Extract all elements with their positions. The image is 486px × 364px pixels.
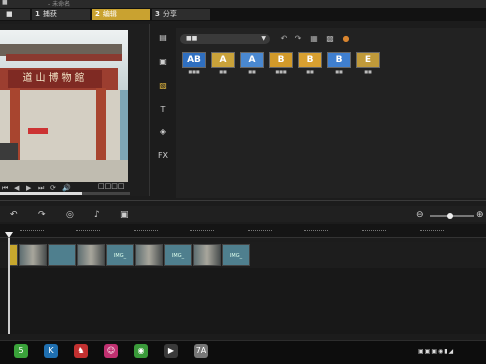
overlay-track[interactable] — [0, 268, 486, 334]
thumbnail-image: B — [269, 52, 293, 68]
photo-clip[interactable] — [77, 244, 105, 266]
next-icon[interactable]: ⏭ — [38, 184, 44, 193]
thumbnail-caption: ■■ — [306, 69, 314, 74]
taskbar-app-icon[interactable]: K — [44, 344, 58, 358]
preview-scrubber[interactable] — [0, 192, 150, 196]
taskbar-app-icon[interactable]: ◉ — [134, 344, 148, 358]
playhead[interactable] — [8, 238, 10, 334]
record-icon[interactable]: ◎ — [66, 210, 74, 220]
video-editor-window: ■ - 未命名 ■ 1 捕获 2 编辑 3 分享 道山博物館 ⏮ ◀ ▶ ⏭ ⟳ 🔊 … — [0, 0, 486, 364]
track-manager-icon[interactable]: ▣ — [120, 210, 129, 220]
zoom-out-icon[interactable]: ⊖ — [416, 210, 424, 220]
repeat-icon[interactable]: ⟳ — [50, 184, 56, 192]
redo-icon[interactable]: ↷ — [292, 34, 304, 44]
undo-icon[interactable]: ↶ — [278, 34, 290, 44]
thumbnail-image: B — [298, 52, 322, 68]
redo-icon[interactable]: ↷ — [38, 210, 46, 220]
chevron-down-icon: ▼ — [261, 35, 266, 42]
transition-thumbnail[interactable]: E ■■ — [356, 52, 380, 76]
media-icon[interactable]: ▤ — [154, 32, 172, 44]
instant-project-icon[interactable]: ▣ — [154, 56, 172, 68]
transition-thumbnail[interactable]: B ■■ — [298, 52, 322, 76]
museum-sign: 道山博物館 — [8, 70, 102, 88]
thumbnail-caption: ■■ — [248, 69, 256, 74]
tab-share[interactable]: 3 分享 — [152, 9, 210, 20]
preview-image[interactable]: 道山博物館 — [0, 30, 128, 182]
thumbnail-image: E — [356, 52, 380, 68]
prev-icon[interactable]: ⏮ — [2, 184, 8, 193]
thumbnail-image: AB — [182, 52, 206, 68]
thumbnail-caption: ■■■ — [188, 69, 200, 74]
play-icon[interactable]: ▶ — [26, 184, 31, 192]
tab-menu[interactable]: ■ — [0, 9, 30, 20]
thumbnail-caption: ■■ — [364, 69, 372, 74]
thumbnail-caption: ■■ — [335, 69, 343, 74]
tab-capture[interactable]: 1 捕获 — [32, 9, 90, 20]
transition-clip[interactable]: IMG_ — [164, 244, 192, 266]
app-menu[interactable]: ■ — [2, 0, 8, 6]
sort-icon[interactable]: ▩ — [324, 34, 336, 44]
zoom-slider[interactable] — [430, 213, 474, 219]
category-dropdown[interactable]: ■■ ▼ — [180, 34, 270, 44]
transition-clip[interactable]: IMG_ — [106, 244, 134, 266]
options-icon[interactable]: ● — [340, 34, 352, 44]
title-bar: ■ - 未命名 — [0, 0, 486, 8]
thumbnail-caption: ■■■ — [275, 69, 287, 74]
taskbar-app-icon[interactable]: ☺ — [104, 344, 118, 358]
taskbar-app-icon[interactable]: 7A — [194, 344, 208, 358]
tab-edit[interactable]: 2 编辑 — [92, 9, 150, 20]
thumbnail-image: B — [327, 52, 351, 68]
taskbar-app-icon[interactable]: ♞ — [74, 344, 88, 358]
transition-thumbnail[interactable]: A ■■ — [240, 52, 264, 76]
transition-clip[interactable]: IMG_ — [222, 244, 250, 266]
transition-thumbnail[interactable]: AB ■■■ — [182, 52, 206, 76]
timecode[interactable]: □□□□ — [98, 182, 124, 190]
zoom-in-icon[interactable]: ⊕ — [476, 210, 484, 220]
filter-icon[interactable]: FX — [154, 150, 172, 162]
timeline-ruler[interactable] — [0, 224, 486, 238]
thumbnail-caption: ■■ — [219, 69, 227, 74]
taskbar — [0, 340, 486, 364]
audio-mix-icon[interactable]: ♪ — [94, 210, 100, 220]
volume-icon[interactable]: 🔊 — [62, 184, 71, 192]
rewind-icon[interactable]: ◀ — [14, 184, 19, 192]
view-icon[interactable]: ▦ — [308, 34, 320, 44]
library-panel: ■■ ▼ ↶ ↷ ▦ ▩ ● AB ■■■ A ■■ A ■■ B ■■■ B ■■ B ■■ E ■■ — [176, 28, 486, 198]
photo-clip[interactable] — [19, 244, 47, 266]
transition-clip[interactable] — [48, 244, 76, 266]
undo-icon[interactable]: ↶ — [10, 210, 18, 220]
taskbar-app-icon[interactable]: ▶ — [164, 344, 178, 358]
system-tray[interactable]: ▣▣▣◉▮◢ — [418, 348, 454, 355]
transition-thumbnail[interactable]: B ■■ — [327, 52, 351, 76]
preview-panel: 道山博物館 — [0, 24, 150, 196]
thumbnail-image: A — [240, 52, 264, 68]
title-icon[interactable]: T — [154, 104, 172, 116]
transition-icon[interactable]: ▧ — [154, 80, 172, 92]
transition-thumbnail[interactable]: A ■■ — [211, 52, 235, 76]
taskbar-app-icon[interactable]: 5 — [14, 344, 28, 358]
thumbnail-image: A — [211, 52, 235, 68]
photo-clip[interactable] — [193, 244, 221, 266]
transition-thumbnail[interactable]: B ■■■ — [269, 52, 293, 76]
window-title: - 未命名 — [48, 1, 71, 8]
graphic-icon[interactable]: ◈ — [154, 126, 172, 138]
photo-clip[interactable] — [135, 244, 163, 266]
